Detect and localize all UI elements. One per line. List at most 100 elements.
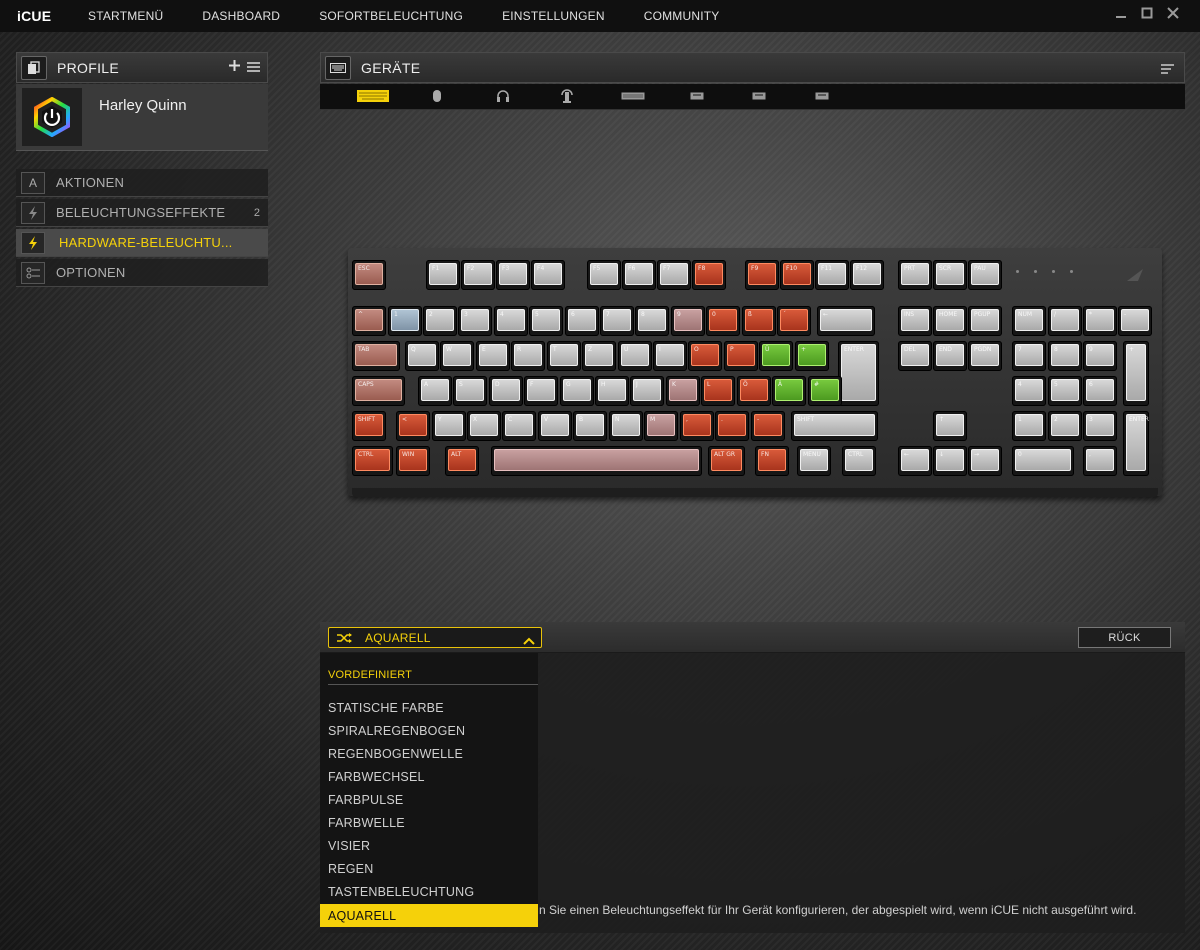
key-s[interactable]: S — [453, 376, 487, 406]
key--[interactable]: - — [1118, 306, 1152, 336]
key-8[interactable]: 8 — [635, 306, 669, 336]
key-p[interactable]: P — [724, 341, 758, 371]
key-z[interactable]: Z — [582, 341, 616, 371]
hamburger-icon[interactable] — [247, 60, 260, 78]
dropdown-item[interactable]: FARBWELLE — [320, 811, 538, 834]
key-home[interactable]: HOME — [933, 306, 967, 336]
key-fn[interactable]: FN — [755, 446, 789, 476]
headset-stand-icon[interactable] — [560, 89, 574, 103]
key-num[interactable]: NUM — [1012, 306, 1046, 336]
key-o[interactable]: O — [688, 341, 722, 371]
key--[interactable]: ↑ — [933, 411, 967, 441]
key-ä[interactable]: Ä — [772, 376, 806, 406]
key-k[interactable]: K — [666, 376, 700, 406]
key-4[interactable]: 4 — [1012, 376, 1046, 406]
key-2[interactable]: 2 — [423, 306, 457, 336]
key-i[interactable]: I — [653, 341, 687, 371]
key--[interactable]: # — [808, 376, 842, 406]
key-tab[interactable]: TAB — [352, 341, 400, 371]
key-5[interactable]: 5 — [1048, 376, 1082, 406]
key-6[interactable]: 6 — [1083, 376, 1117, 406]
key-ctrl[interactable]: CTRL — [842, 446, 876, 476]
keyboard-tenkeyless-icon[interactable] — [621, 89, 645, 103]
nav-instant-lighting[interactable]: SOFORTBELEUCHTUNG — [319, 9, 463, 23]
key-v[interactable]: V — [538, 411, 572, 441]
key-f3[interactable]: F3 — [496, 260, 530, 290]
profile-card[interactable]: Harley Quinn — [16, 84, 268, 151]
key-0[interactable]: 0 — [1012, 446, 1074, 476]
key-7[interactable]: 7 — [600, 306, 634, 336]
dropdown-item[interactable]: FARBPULSE — [320, 788, 538, 811]
key-e[interactable]: E — [476, 341, 510, 371]
sidebar-item-options[interactable]: OPTIONEN — [16, 259, 268, 287]
key-f4[interactable]: F4 — [531, 260, 565, 290]
key-shift[interactable]: SHIFT — [352, 411, 386, 441]
key-3[interactable]: 3 — [458, 306, 492, 336]
key--[interactable]: / — [1048, 306, 1082, 336]
key--[interactable]: - — [751, 411, 785, 441]
key-esc[interactable]: ESC — [352, 260, 386, 290]
key-1[interactable]: 1 — [388, 306, 422, 336]
key--[interactable]: < — [396, 411, 430, 441]
key-caps[interactable]: CAPS — [352, 376, 406, 406]
key--[interactable]: → — [968, 446, 1002, 476]
key-ins[interactable]: INS — [898, 306, 932, 336]
key-5[interactable]: 5 — [529, 306, 563, 336]
key-d[interactable]: D — [489, 376, 523, 406]
key--[interactable]: ← — [817, 306, 876, 336]
key-alt[interactable]: ALT — [445, 446, 479, 476]
key--[interactable]: ↓ — [933, 446, 967, 476]
device-icon[interactable] — [752, 89, 766, 103]
key-shift[interactable]: SHIFT — [791, 411, 878, 441]
key-space[interactable] — [491, 446, 702, 476]
key-f1[interactable]: F1 — [426, 260, 460, 290]
minimize-icon[interactable] — [1114, 6, 1128, 23]
key-0[interactable]: 0 — [706, 306, 740, 336]
key-j[interactable]: J — [630, 376, 664, 406]
mouse-icon[interactable] — [432, 89, 442, 103]
nav-dashboard[interactable]: DASHBOARD — [202, 9, 280, 23]
key-ß[interactable]: ß — [742, 306, 776, 336]
dropdown-item[interactable]: VISIER — [320, 834, 538, 857]
nav-community[interactable]: COMMUNITY — [644, 9, 720, 23]
key-1[interactable]: 1 — [1012, 411, 1046, 441]
keyboard-icon[interactable] — [357, 89, 389, 103]
key-f10[interactable]: F10 — [780, 260, 814, 290]
key--[interactable]: ← — [898, 446, 932, 476]
key-b[interactable]: B — [573, 411, 607, 441]
key-enter[interactable]: ENTER — [838, 341, 879, 406]
key-8[interactable]: 8 — [1048, 341, 1082, 371]
key-f2[interactable]: F2 — [461, 260, 495, 290]
device-icon[interactable] — [815, 89, 829, 103]
key-f8[interactable]: F8 — [692, 260, 726, 290]
sidebar-item-actions[interactable]: A AKTIONEN — [16, 169, 268, 197]
dropdown-item[interactable]: FARBWECHSEL — [320, 765, 538, 788]
headset-icon[interactable] — [496, 89, 510, 103]
key-ü[interactable]: Ü — [759, 341, 793, 371]
key-end[interactable]: END — [933, 341, 967, 371]
key-y[interactable]: Y — [432, 411, 466, 441]
dropdown-item[interactable]: REGENBOGENWELLE — [320, 742, 538, 765]
key-g[interactable]: G — [560, 376, 594, 406]
key-ctrl[interactable]: CTRL — [352, 446, 393, 476]
close-icon[interactable] — [1166, 6, 1180, 23]
dropdown-item[interactable]: TASTENBELEUCHTUNG — [320, 880, 538, 903]
key-alt-gr[interactable]: ALT GR — [708, 446, 746, 476]
key-3[interactable]: 3 — [1083, 411, 1117, 441]
key-m[interactable]: M — [644, 411, 678, 441]
key-u[interactable]: U — [618, 341, 652, 371]
key-pgdn[interactable]: PGDN — [968, 341, 1002, 371]
key-f7[interactable]: F7 — [657, 260, 691, 290]
key-menu[interactable]: MENU — [797, 446, 831, 476]
nav-startmenu[interactable]: STARTMENÜ — [88, 9, 163, 23]
key-ö[interactable]: Ö — [737, 376, 771, 406]
nav-settings[interactable]: EINSTELLUNGEN — [502, 9, 605, 23]
key-win[interactable]: WIN — [396, 446, 430, 476]
dropdown-item[interactable]: STATISCHE FARBE — [320, 696, 538, 719]
key--[interactable]: * — [1083, 306, 1117, 336]
dropdown-item-selected[interactable]: AQUARELL — [320, 904, 538, 927]
sidebar-item-hardware-lighting[interactable]: HARDWARE-BELEUCHTU... — [16, 229, 268, 257]
key-f6[interactable]: F6 — [622, 260, 656, 290]
key-del[interactable]: DEL — [898, 341, 932, 371]
key-x[interactable]: X — [467, 411, 501, 441]
